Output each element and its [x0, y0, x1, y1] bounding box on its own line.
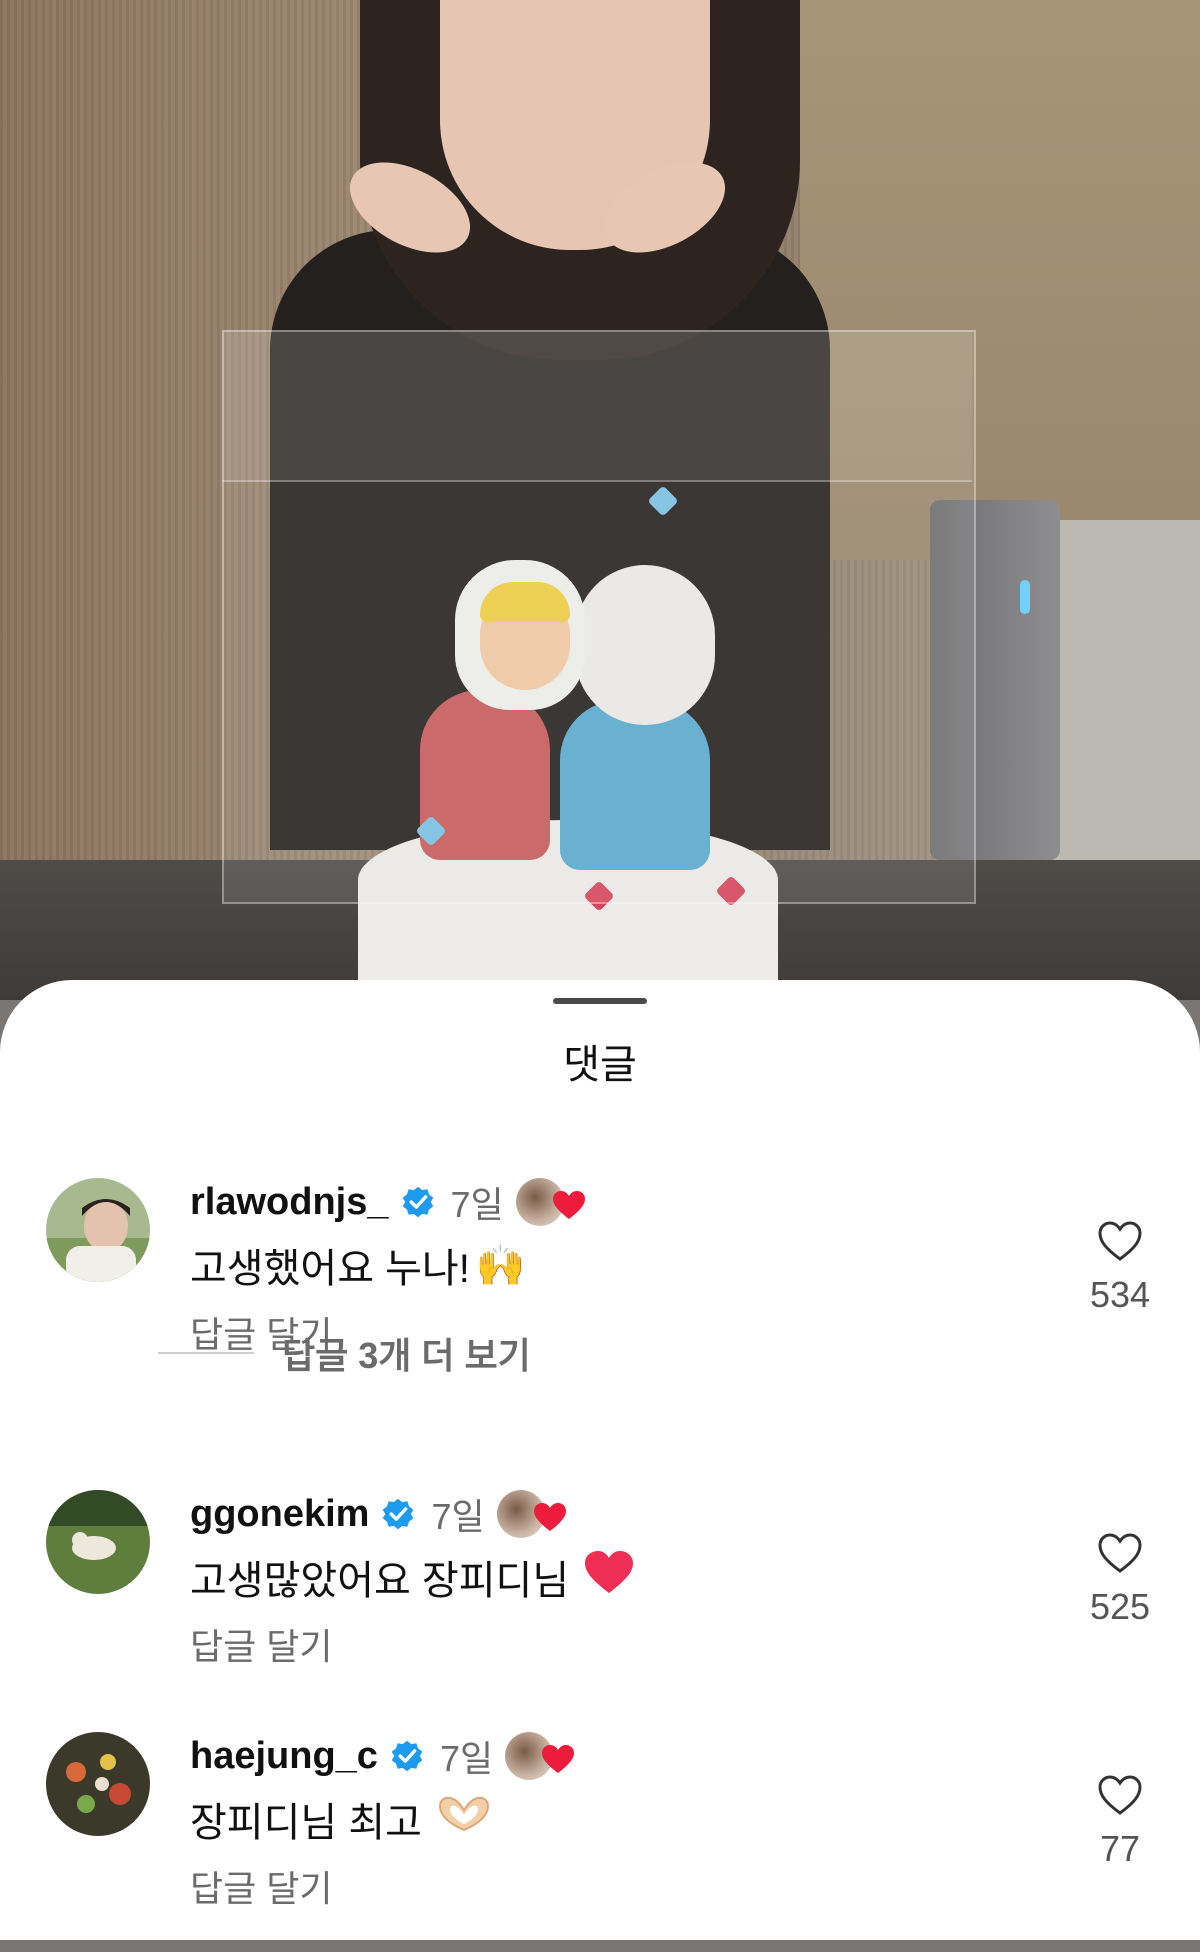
comment-time: 7일 — [431, 1496, 485, 1537]
heart-icon — [552, 1191, 585, 1219]
avatar[interactable] — [46, 1178, 150, 1282]
comment-text: 장피디님 최고 — [190, 1790, 492, 1848]
heart-outline-icon[interactable] — [1097, 1220, 1143, 1262]
like-column: 525 — [1080, 1532, 1160, 1628]
heart-hands-icon — [436, 1794, 492, 1844]
comment-text: 고생많았어요 장피디님 — [190, 1548, 635, 1606]
reply-button[interactable]: 답글 달기 — [190, 1618, 332, 1670]
verified-badge-icon — [402, 1186, 433, 1218]
comment-body: 고생많았어요 장피디님 — [190, 1559, 570, 1603]
view-more-replies-label[interactable]: 답글 3개 더 보기 — [282, 1327, 531, 1379]
username[interactable]: haejung_c — [190, 1735, 378, 1778]
comment-item: ggonekim 7일 고생많았어요 장피디님 답글 달기 525 — [0, 1490, 1200, 1710]
acrylic-box-lid — [222, 330, 972, 482]
like-count: 77 — [1099, 1828, 1141, 1869]
like-column: 534 — [1080, 1220, 1160, 1316]
comment-item: haejung_c 7일 장피디님 최고 답글 달기 77 — [0, 1732, 1200, 1952]
username[interactable]: ggonekim — [190, 1493, 369, 1536]
comment-body: 고생했어요 누나! — [190, 1247, 470, 1291]
like-column: 77 — [1080, 1774, 1160, 1870]
device-light — [1020, 580, 1030, 614]
raising-hands-icon: 🙌 — [475, 1243, 526, 1288]
post-photo — [0, 0, 1200, 1000]
profile-photo-dog-on-grass — [46, 1490, 150, 1594]
creator-liked-indicator — [515, 1176, 585, 1228]
like-count: 525 — [1089, 1586, 1151, 1627]
comment-time: 7일 — [450, 1184, 504, 1225]
creator-liked-indicator — [496, 1488, 566, 1540]
heart-icon — [533, 1503, 566, 1531]
reply-button[interactable]: 답글 달기 — [190, 1860, 332, 1912]
profile-photo-flowers — [46, 1732, 150, 1836]
like-count: 534 — [1089, 1274, 1151, 1315]
divider-line — [158, 1352, 254, 1354]
avatar[interactable] — [46, 1732, 150, 1836]
avatar[interactable] — [46, 1490, 150, 1594]
heart-outline-icon[interactable] — [1097, 1774, 1143, 1816]
sheet-drag-handle[interactable] — [553, 998, 647, 1004]
comment-header: haejung_c 7일 — [190, 1728, 575, 1784]
comment-item: rlawodnjs_ 7일 고생했어요 누나! 🙌 답글 달기 534 답글 3… — [0, 1178, 1200, 1398]
comment-text: 고생했어요 누나! 🙌 — [190, 1236, 526, 1294]
creator-liked-indicator — [505, 1730, 575, 1782]
heart-outline-icon[interactable] — [1097, 1532, 1143, 1574]
profile-photo-man — [46, 1178, 150, 1282]
heart-icon — [542, 1745, 575, 1773]
comment-time: 7일 — [439, 1738, 494, 1779]
sheet-title: 댓글 — [563, 1043, 637, 1087]
red-heart-icon — [583, 1549, 635, 1605]
comment-body: 장피디님 최고 — [190, 1801, 422, 1845]
comment-header: ggonekim 7일 — [190, 1486, 566, 1542]
view-more-replies[interactable]: 답글 3개 더 보기 — [158, 1328, 531, 1378]
verified-badge-icon — [383, 1498, 414, 1530]
verified-badge-icon — [391, 1740, 423, 1772]
comment-header: rlawodnjs_ 7일 — [190, 1174, 585, 1230]
username[interactable]: rlawodnjs_ — [190, 1181, 389, 1224]
comments-sheet: 댓글 rlawodnjs_ 7일 고생했어요 누나! 🙌 답글 달기 534 답… — [0, 980, 1200, 1940]
